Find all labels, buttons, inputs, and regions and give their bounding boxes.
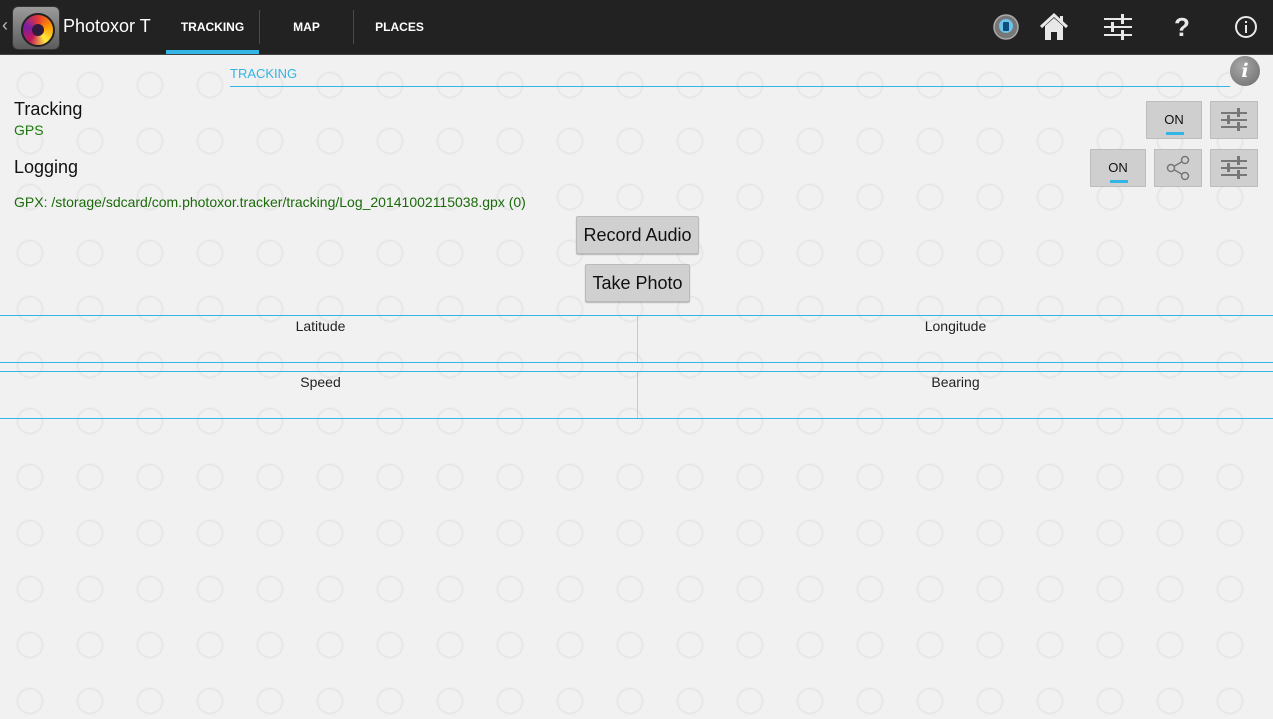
logging-share-button[interactable] xyxy=(1154,149,1202,187)
toggle-indicator xyxy=(1166,132,1184,135)
latitude-label: Latitude xyxy=(295,318,346,334)
take-photo-button[interactable]: Take Photo xyxy=(585,264,690,302)
tracking-toggle-label: ON xyxy=(1164,112,1184,127)
help-icon[interactable]: ? xyxy=(1162,8,1202,46)
section-divider xyxy=(230,86,1230,87)
gpx-file-path: GPX: /storage/sdcard/com.photoxor.tracke… xyxy=(14,194,526,210)
bearing-label: Bearing xyxy=(931,374,980,390)
record-audio-button[interactable]: Record Audio xyxy=(576,216,699,254)
tab-places[interactable]: PLACES xyxy=(354,0,445,54)
logging-toggle[interactable]: ON xyxy=(1090,149,1146,187)
info-icon[interactable] xyxy=(1226,8,1266,46)
tracking-settings-button[interactable] xyxy=(1210,101,1258,139)
tracking-toggle[interactable]: ON xyxy=(1146,101,1202,139)
app-logo-icon[interactable] xyxy=(12,6,60,50)
longitude-label: Longitude xyxy=(924,318,987,334)
sliders-icon xyxy=(1221,108,1247,131)
logging-label: Logging xyxy=(14,157,79,177)
home-icon[interactable] xyxy=(1034,8,1074,46)
section-title: TRACKING xyxy=(230,66,298,81)
location-badge-icon[interactable] xyxy=(986,8,1026,46)
logging-toggle-label: ON xyxy=(1108,160,1128,175)
info-circle-icon[interactable]: i xyxy=(1230,56,1260,86)
logging-settings-button[interactable] xyxy=(1210,149,1258,187)
tab-map[interactable]: MAP xyxy=(260,0,353,54)
tracking-label: Tracking xyxy=(14,99,83,119)
sliders-icon xyxy=(1221,156,1247,179)
toggle-indicator xyxy=(1110,180,1128,183)
app-title: Photoxor T xyxy=(63,16,151,36)
sliders-icon[interactable] xyxy=(1098,8,1138,46)
up-caret-icon[interactable]: ‹ xyxy=(2,15,8,36)
share-icon xyxy=(1166,155,1190,181)
tracking-source: GPS xyxy=(14,122,44,138)
speed-label: Speed xyxy=(300,374,341,390)
grid-line xyxy=(0,362,1273,363)
action-bar: ‹ Photoxor T TRACKING MAP PLACES ? xyxy=(0,0,1273,55)
tab-tracking[interactable]: TRACKING xyxy=(166,0,259,54)
grid-line xyxy=(0,418,1273,419)
